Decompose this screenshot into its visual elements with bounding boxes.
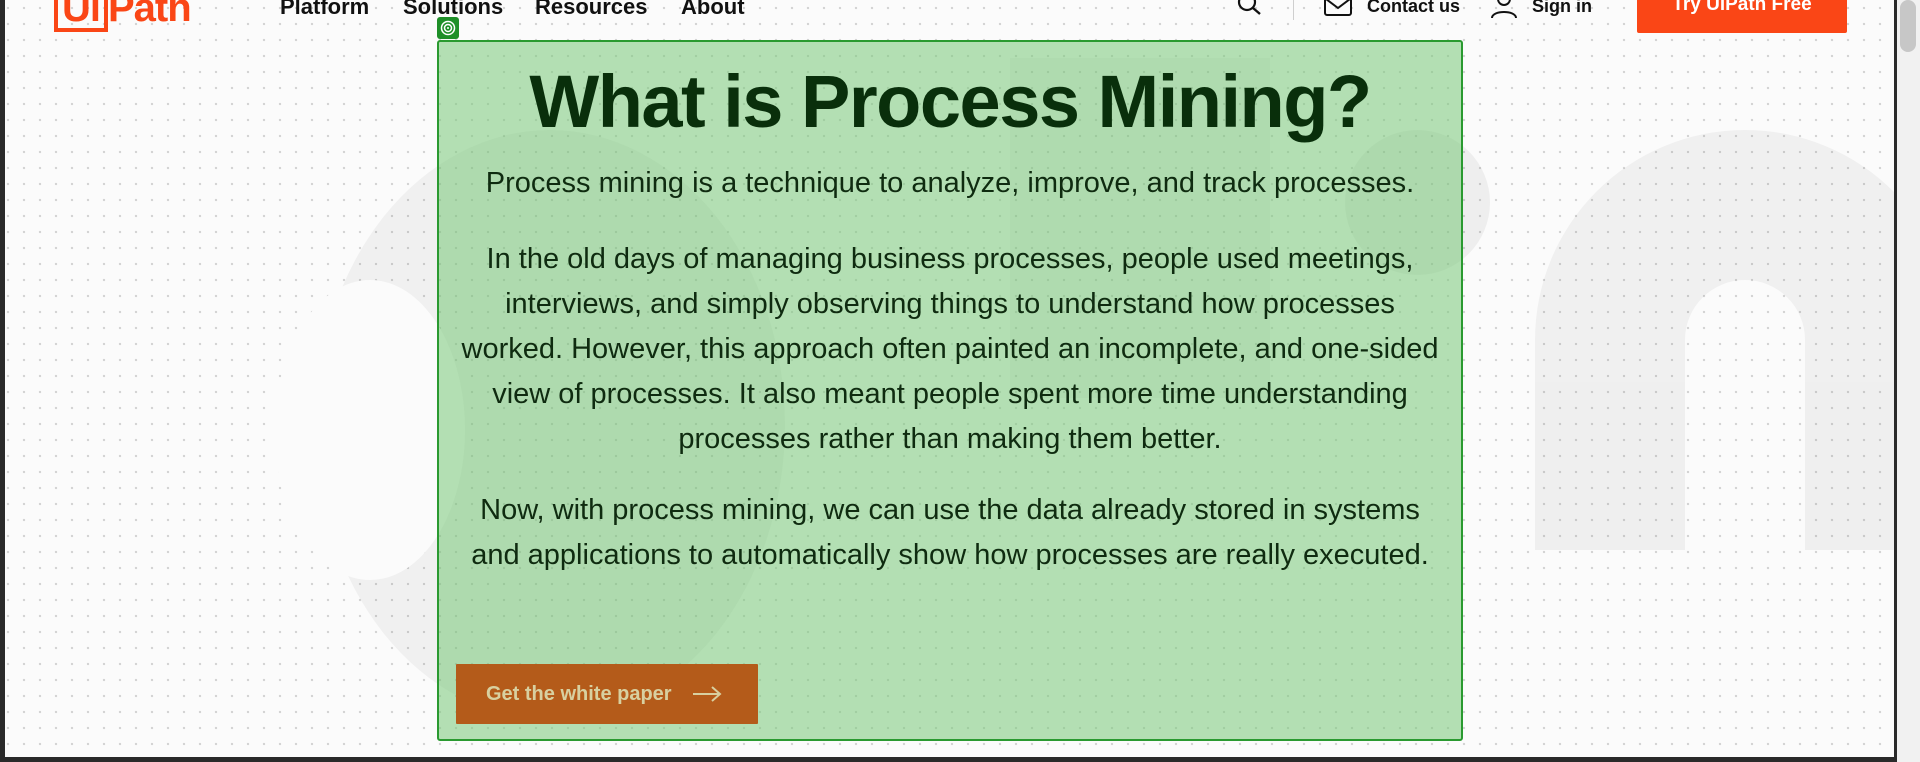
mail-icon <box>1324 0 1352 16</box>
sign-in-label: Sign in <box>1532 0 1592 16</box>
nav-platform[interactable]: Platform <box>280 0 369 20</box>
user-icon <box>1491 0 1517 19</box>
now-paragraph: Now, with process mining, we can use the… <box>471 494 1429 571</box>
window-frame-left <box>0 0 5 762</box>
search-button[interactable] <box>1236 0 1264 16</box>
sign-in-link[interactable]: Sign in <box>1490 0 1592 19</box>
get-white-paper-label: Get the white paper <box>486 682 672 705</box>
window-frame-bottom <box>0 757 1897 762</box>
nav-resources[interactable]: Resources <box>535 0 648 20</box>
scrollbar-thumb[interactable] <box>1900 0 1916 52</box>
vertical-scrollbar[interactable] <box>1897 0 1920 762</box>
nav-about[interactable]: About <box>681 0 745 20</box>
contact-us-label: Contact us <box>1367 0 1461 16</box>
nav-divider <box>1293 0 1294 20</box>
site-header: Ui Path Platform Solutions Resources Abou… <box>0 0 1894 40</box>
intro-paragraph: Process mining is a technique to analyze… <box>485 167 1415 199</box>
target-icon <box>440 20 456 36</box>
search-icon <box>1237 0 1261 15</box>
contact-us-link[interactable]: Contact us <box>1323 0 1460 18</box>
get-white-paper-button[interactable]: Get the white paper <box>456 664 758 724</box>
uipath-logo[interactable]: Ui Path <box>54 0 192 32</box>
try-uipath-free-button[interactable]: Try UiPath Free <box>1637 0 1847 33</box>
highlighted-content-panel: What is Process Mining? Process mining i… <box>437 40 1463 741</box>
old-days-paragraph: In the old days of managing business pro… <box>461 243 1439 455</box>
arrow-right-icon <box>692 686 722 702</box>
background-decoration <box>1535 130 1920 550</box>
page-title: What is Process Mining? <box>529 60 1372 143</box>
overlay-handle[interactable] <box>437 17 459 39</box>
